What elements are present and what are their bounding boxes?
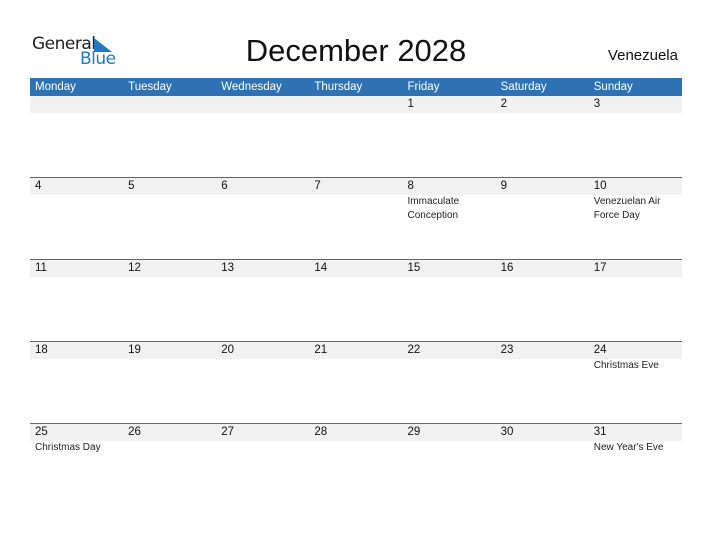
holiday-label <box>403 441 496 455</box>
day-number: 12 <box>128 262 141 274</box>
week-row: 4 5 6 7 8 9 10 Immaculate Conception Venezuelan … <box>30 177 682 259</box>
holiday-label <box>216 195 309 222</box>
country-label: Venezuela <box>607 47 678 64</box>
day-number-row: 11 12 13 14 15 16 17 <box>30 260 682 277</box>
day-number: 11 <box>35 262 47 274</box>
holiday-label: Immaculate Conception <box>407 196 460 221</box>
day-number: 26 <box>128 426 141 438</box>
day-number-row: 4 5 6 7 8 9 10 <box>30 178 682 195</box>
day-number <box>216 96 309 113</box>
day-number: 10 <box>593 180 607 192</box>
day-number: 9 <box>500 180 508 192</box>
holiday-label <box>309 195 402 222</box>
week-row: 18 19 20 21 22 23 24 Christmas Eve <box>30 341 682 423</box>
day-number: 21 <box>314 344 328 356</box>
holiday-label: Christmas Day <box>35 442 101 453</box>
holiday-label <box>496 195 589 222</box>
holiday-label <box>496 441 589 455</box>
holiday-label <box>403 359 496 373</box>
day-number: 28 <box>314 426 328 438</box>
day-number: 2 <box>500 98 508 110</box>
day-number: 27 <box>221 426 235 438</box>
event-row: Immaculate Conception Venezuelan Air Forc… <box>30 195 682 222</box>
holiday-label <box>30 359 123 373</box>
week-row: 25 26 27 28 29 30 31 Christmas Day New Year's Ev… <box>30 423 682 505</box>
day-number: 15 <box>407 262 421 274</box>
day-number: 14 <box>314 262 328 274</box>
day-number: 20 <box>221 344 235 356</box>
day-number <box>123 96 216 113</box>
holiday-label <box>123 359 216 373</box>
day-number: 4 <box>35 180 42 192</box>
event-row: Christmas Day New Year's Eve <box>30 441 682 455</box>
weekday-header: Monday Tuesday Wednesday Thursday Friday… <box>30 78 682 96</box>
day-number: 6 <box>221 180 228 192</box>
holiday-label <box>30 195 123 222</box>
weekday-monday: Monday <box>35 81 76 93</box>
holiday-label: New Year's Eve <box>593 442 664 453</box>
weekday-sunday: Sunday <box>593 81 633 93</box>
weekday-tuesday: Tuesday <box>128 81 172 93</box>
day-number-row: 18 19 20 21 22 23 24 <box>30 342 682 359</box>
weekday-friday: Friday <box>407 81 440 93</box>
holiday-label <box>216 359 309 373</box>
page-title: December 2028 <box>245 33 467 68</box>
day-number: 25 <box>35 426 48 438</box>
day-number <box>309 96 402 113</box>
day-number: 8 <box>407 180 414 192</box>
day-number: 13 <box>221 262 235 274</box>
day-number: 5 <box>128 180 135 192</box>
day-number-row: 25 26 27 28 29 30 31 <box>30 424 682 441</box>
weeks-container: 1 2 3 4 5 6 7 8 9 10 Immaculate Conception Venezuel… <box>30 96 682 505</box>
day-number: 24 <box>593 344 607 356</box>
event-row: Christmas Eve <box>30 359 682 373</box>
holiday-label: Venezuelan Air Force Day <box>593 196 661 221</box>
holiday-label <box>123 441 216 455</box>
weekday-wednesday: Wednesday <box>221 81 282 93</box>
day-number: 29 <box>407 426 421 438</box>
day-number: 1 <box>407 98 414 110</box>
day-number: 23 <box>500 344 514 356</box>
day-number: 7 <box>314 180 321 192</box>
day-number: 30 <box>500 426 514 438</box>
day-number-row: 1 2 3 <box>30 96 682 113</box>
holiday-label: Christmas Eve <box>593 360 659 371</box>
day-number: 31 <box>593 426 607 438</box>
day-number: 22 <box>407 344 421 356</box>
day-number: 18 <box>35 344 48 356</box>
calendar-grid: Monday Tuesday Wednesday Thursday Friday… <box>30 78 682 505</box>
holiday-label <box>309 441 402 455</box>
weekday-thursday: Thursday <box>314 81 363 93</box>
day-number <box>30 96 123 113</box>
day-number: 17 <box>593 262 607 274</box>
holiday-label <box>216 441 309 455</box>
week-row: 11 12 13 14 15 16 17 <box>30 259 682 341</box>
day-number: 19 <box>128 344 141 356</box>
weekday-saturday: Saturday <box>500 81 547 93</box>
day-number: 3 <box>593 98 601 110</box>
holiday-label <box>309 359 402 373</box>
holiday-label <box>123 195 216 222</box>
holiday-label <box>496 359 589 373</box>
day-number: 16 <box>500 262 514 274</box>
week-row: 1 2 3 <box>30 96 682 177</box>
